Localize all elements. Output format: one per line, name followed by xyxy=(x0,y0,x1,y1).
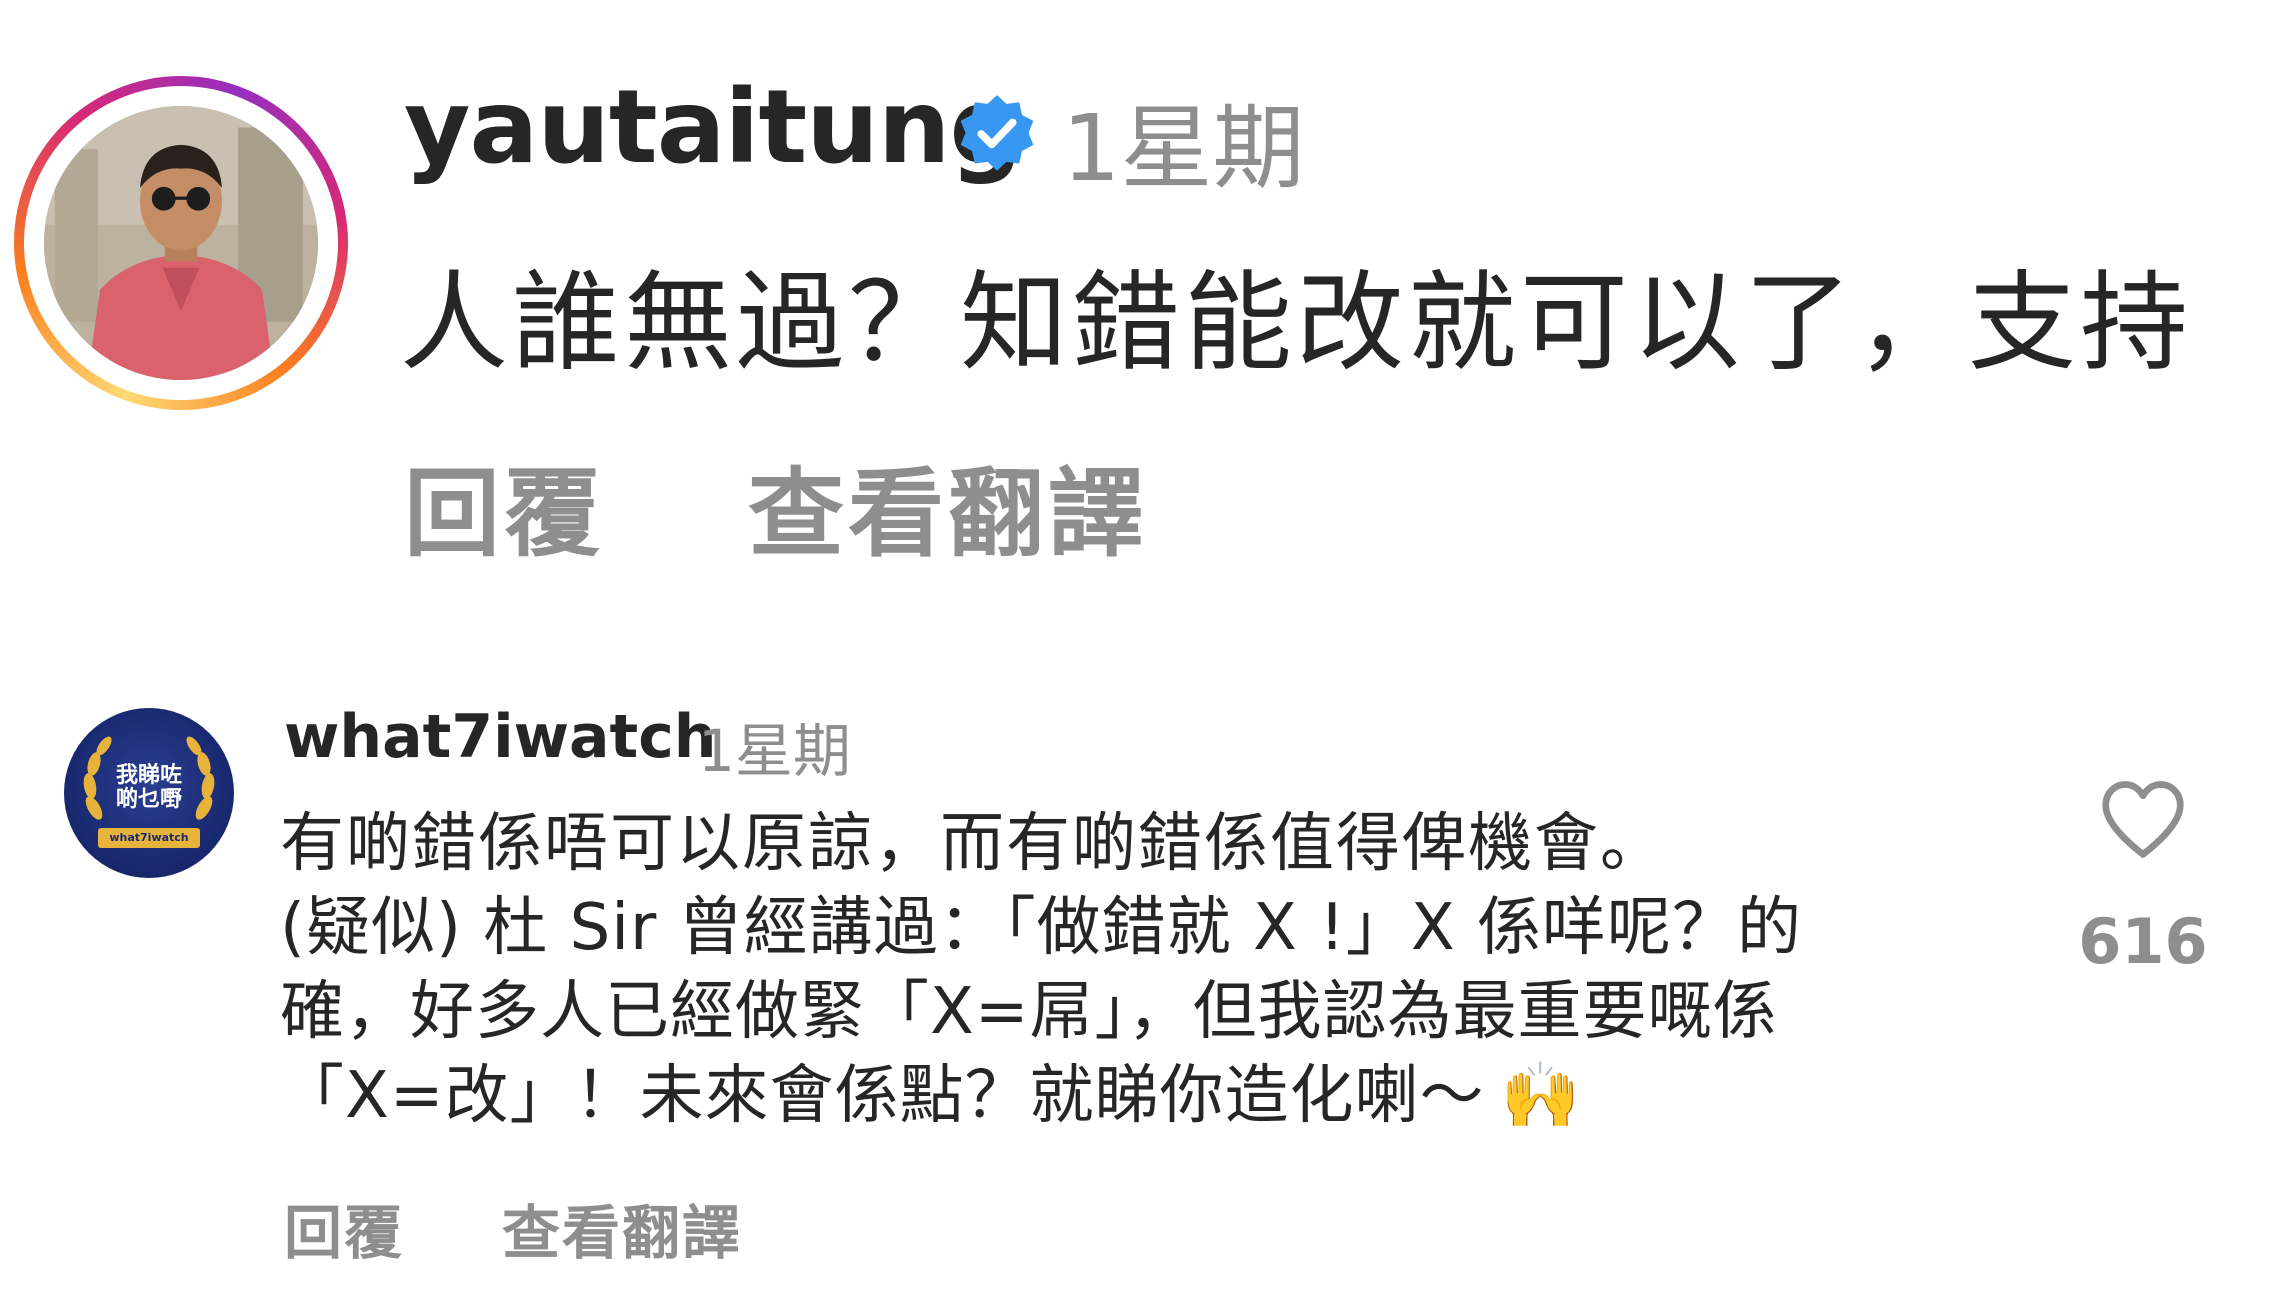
reply-text-segment: 「X=改」！未來會係點？就睇你造化喇～ xyxy=(280,1059,1485,1133)
comment-text: 人誰無過？知錯能改就可以了，支持 xyxy=(400,261,2193,386)
reply-timestamp: 1星期 xyxy=(698,717,851,785)
heart-outline-icon[interactable] xyxy=(2098,778,2188,860)
verified-badge-icon xyxy=(960,95,1034,171)
reply-text-line: (疑似) 杜 Sir 曾經講過：「做錯就 X !」X 係咩呢？的 xyxy=(280,891,1803,965)
reply-text-line: 「X=改」！未來會係點？就睇你造化喇～ 🙌 xyxy=(280,1054,1581,1138)
see-translation-button[interactable]: 查看翻譯 xyxy=(748,436,1148,575)
story-ring[interactable] xyxy=(14,76,348,410)
story-ring-gap xyxy=(24,86,338,400)
reply-username[interactable]: what7iwatch xyxy=(284,702,717,772)
like-count: 616 xyxy=(2078,905,2208,978)
reply-avatar[interactable]: 我睇咗 啲乜嘢 what7iwatch xyxy=(64,708,234,878)
reply-button[interactable]: 回覆 xyxy=(404,436,604,575)
comment-timestamp: 1星期 xyxy=(1062,95,1305,202)
reply-text-line: 有啲錯係唔可以原諒，而有啲錯係值得俾機會。 xyxy=(280,807,1666,881)
raising-hands-emoji: 🙌 xyxy=(1500,1059,1582,1133)
reply-button[interactable]: 回覆 xyxy=(284,1186,404,1270)
reply-text-line: 確，好多人已經做緊「X=屌」，但我認為最重要嘅係 xyxy=(280,975,1778,1049)
avatar-photo xyxy=(44,106,318,380)
avatar-badge-text: 我睇咗 xyxy=(115,763,182,788)
avatar-badge-ribbon: what7iwatch xyxy=(98,828,200,848)
comment-username[interactable]: yautaitung xyxy=(404,68,1022,187)
avatar-badge-text: 啲乜嘢 xyxy=(115,787,182,812)
avatar xyxy=(44,106,318,380)
see-translation-button[interactable]: 查看翻譯 xyxy=(502,1186,742,1270)
